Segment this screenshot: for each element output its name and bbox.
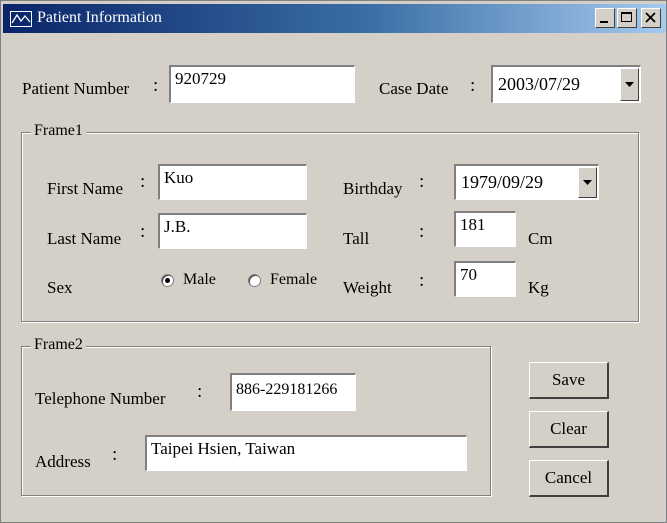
sex-male-label[interactable]: Male (183, 271, 216, 289)
cancel-button[interactable]: Cancel (529, 460, 609, 497)
sex-female-label[interactable]: Female (270, 271, 317, 289)
weight-field[interactable]: 70 (454, 261, 516, 297)
case-date-label: Case Date (379, 79, 449, 98)
close-icon (645, 12, 656, 23)
tall-colon: : (419, 221, 425, 242)
maximize-icon (621, 12, 632, 22)
telephone-number-colon: : (197, 381, 203, 402)
waveform-app-icon (10, 11, 32, 27)
weight-unit: Kg (528, 278, 549, 297)
frame2-group (21, 346, 491, 496)
chevron-down-icon (625, 81, 634, 87)
last-name-colon: : (140, 221, 146, 242)
birthday-value: 1979/09/29 (461, 172, 544, 192)
weight-label: Weight (343, 278, 392, 297)
sex-label: Sex (47, 278, 73, 297)
first-name-colon: : (140, 171, 146, 192)
birthday-label: Birthday (343, 179, 403, 198)
telephone-number-field[interactable]: 886-229181266 (230, 373, 356, 411)
address-field[interactable]: Taipei Hsien, Taiwan (145, 435, 467, 471)
patient-information-window: Patient Information Patient Number : 920… (0, 0, 667, 523)
patient-number-label: Patient Number (22, 79, 130, 98)
weight-colon: : (419, 270, 425, 291)
maximize-button[interactable] (617, 8, 637, 28)
window-title: Patient Information (37, 9, 162, 26)
first-name-label: First Name (47, 179, 124, 198)
patient-number-field[interactable]: 920729 (169, 65, 355, 103)
case-date-dropdown[interactable]: 2003/07/29 (491, 65, 641, 103)
case-date-value: 2003/07/29 (498, 74, 581, 94)
last-name-field[interactable]: J.B. (158, 213, 307, 249)
chevron-down-icon (583, 179, 592, 185)
last-name-label: Last Name (47, 229, 122, 248)
save-button[interactable]: Save (529, 362, 609, 399)
radio-selected-dot (165, 278, 170, 283)
birthday-dropdown-button[interactable] (578, 167, 597, 198)
case-date-colon: : (470, 75, 476, 96)
birthday-dropdown[interactable]: 1979/09/29 (454, 164, 599, 200)
clear-button[interactable]: Clear (529, 411, 609, 448)
address-colon: : (112, 444, 118, 465)
minimize-icon (600, 21, 608, 23)
sex-male-radio[interactable] (161, 274, 174, 287)
tall-field[interactable]: 181 (454, 211, 516, 247)
minimize-button[interactable] (595, 8, 615, 28)
case-date-dropdown-button[interactable] (620, 68, 639, 101)
patient-number-colon: : (153, 75, 159, 96)
first-name-field[interactable]: Kuo (158, 164, 307, 200)
tall-label: Tall (343, 229, 370, 248)
close-button[interactable] (641, 8, 661, 28)
frame2-title: Frame2 (31, 336, 86, 354)
birthday-colon: : (419, 171, 425, 192)
sex-female-radio[interactable] (248, 274, 261, 287)
telephone-number-label: Telephone Number (35, 389, 166, 408)
title-bar[interactable]: Patient Information (3, 4, 666, 33)
address-label: Address (35, 452, 91, 471)
frame1-title: Frame1 (31, 122, 86, 140)
tall-unit: Cm (528, 229, 553, 248)
